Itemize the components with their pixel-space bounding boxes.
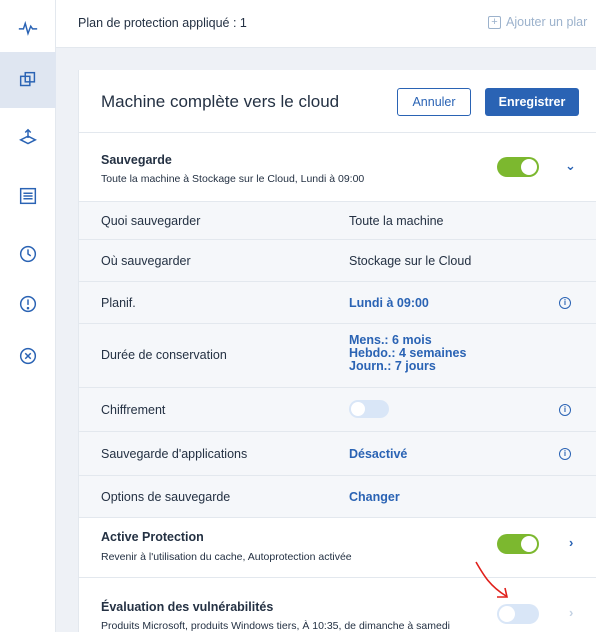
backup-section: Sauvegarde Toute la machine à Stockage s…	[79, 133, 596, 202]
row-app-backup[interactable]: Sauvegarde d'applications Désactivé i	[79, 432, 596, 476]
add-plan-label: Ajouter un plar	[506, 15, 588, 29]
row-label: Options de sauvegarde	[101, 490, 231, 504]
left-sidebar	[0, 0, 56, 632]
backup-toggle[interactable]	[497, 157, 539, 177]
active-protection-subtitle: Revenir à l'utilisation du cache, Autopr…	[101, 551, 352, 563]
schedule-link[interactable]: Lundi à 09:00	[349, 296, 429, 310]
info-icon[interactable]: i	[559, 297, 571, 309]
row-label: Planif.	[101, 296, 136, 310]
encryption-toggle[interactable]	[349, 400, 389, 418]
activity-icon[interactable]	[0, 0, 56, 56]
row-encryption[interactable]: Chiffrement i	[79, 388, 596, 432]
active-protection-section[interactable]: Active Protection Revenir à l'utilisatio…	[79, 518, 596, 578]
info-icon[interactable]: i	[559, 448, 571, 460]
top-bar: Plan de protection appliqué : 1 + Ajoute…	[56, 0, 596, 48]
row-where-to-backup[interactable]: Où sauvegarder Stockage sur le Cloud	[79, 240, 596, 282]
vulnerability-toggle[interactable]	[497, 604, 539, 624]
vulnerability-subtitle: Produits Microsoft, produits Windows tie…	[101, 620, 450, 632]
row-value: Toute la machine	[349, 214, 444, 228]
info-icon[interactable]: i	[559, 404, 571, 416]
backup-title: Sauvegarde	[101, 153, 172, 167]
row-label: Chiffrement	[101, 403, 166, 417]
vulnerability-title: Évaluation des vulnérabilités	[101, 600, 274, 614]
row-label: Durée de conservation	[101, 348, 227, 362]
protection-plan-panel: Machine complète vers le cloud Annuler E…	[78, 70, 596, 632]
alert-icon[interactable]	[0, 276, 56, 332]
chevron-right-icon[interactable]: ›	[569, 535, 573, 550]
row-schedule[interactable]: Planif. Lundi à 09:00 i	[79, 282, 596, 324]
retention-daily: Journ.: 7 jours	[349, 359, 436, 373]
row-value: Stockage sur le Cloud	[349, 254, 472, 268]
panel-title: Machine complète vers le cloud	[101, 92, 340, 111]
save-button[interactable]: Enregistrer	[485, 88, 579, 116]
backup-subtitle: Toute la machine à Stockage sur le Cloud…	[101, 173, 365, 185]
cancel-button[interactable]: Annuler	[397, 88, 471, 116]
row-label: Où sauvegarder	[101, 254, 191, 268]
active-protection-title: Active Protection	[101, 530, 204, 544]
chevron-down-icon[interactable]: ⌄	[565, 158, 576, 174]
plus-icon: +	[488, 15, 501, 29]
row-what-to-backup[interactable]: Quoi sauvegarder Toute la machine	[79, 202, 596, 240]
backup-options-link[interactable]: Changer	[349, 490, 400, 504]
row-backup-options[interactable]: Options de sauvegarde Changer	[79, 476, 596, 518]
app-backup-link[interactable]: Désactivé	[349, 447, 407, 461]
chevron-right-icon[interactable]: ›	[569, 605, 573, 620]
row-label: Quoi sauvegarder	[101, 214, 201, 228]
reports-icon[interactable]	[0, 168, 56, 224]
active-protection-toggle[interactable]	[497, 534, 539, 554]
devices-icon[interactable]	[0, 52, 56, 108]
history-icon[interactable]	[0, 226, 56, 282]
vulnerability-section[interactable]: Évaluation des vulnérabilités Produits M…	[79, 578, 596, 632]
backup-storage-icon[interactable]	[0, 110, 56, 166]
backup-details: Quoi sauvegarder Toute la machine Où sau…	[79, 202, 596, 518]
row-label: Sauvegarde d'applications	[101, 447, 248, 461]
add-plan-link[interactable]: + Ajouter un plar	[488, 15, 587, 29]
retention-link[interactable]: Mens.: 6 mois Hebdo.: 4 semaines Journ.:…	[349, 334, 466, 373]
close-circle-icon[interactable]	[0, 328, 56, 384]
plan-applied-text: Plan de protection appliqué : 1	[78, 16, 247, 30]
annotation-arrow-icon	[475, 561, 508, 598]
row-retention[interactable]: Durée de conservation Mens.: 6 mois Hebd…	[79, 324, 596, 388]
